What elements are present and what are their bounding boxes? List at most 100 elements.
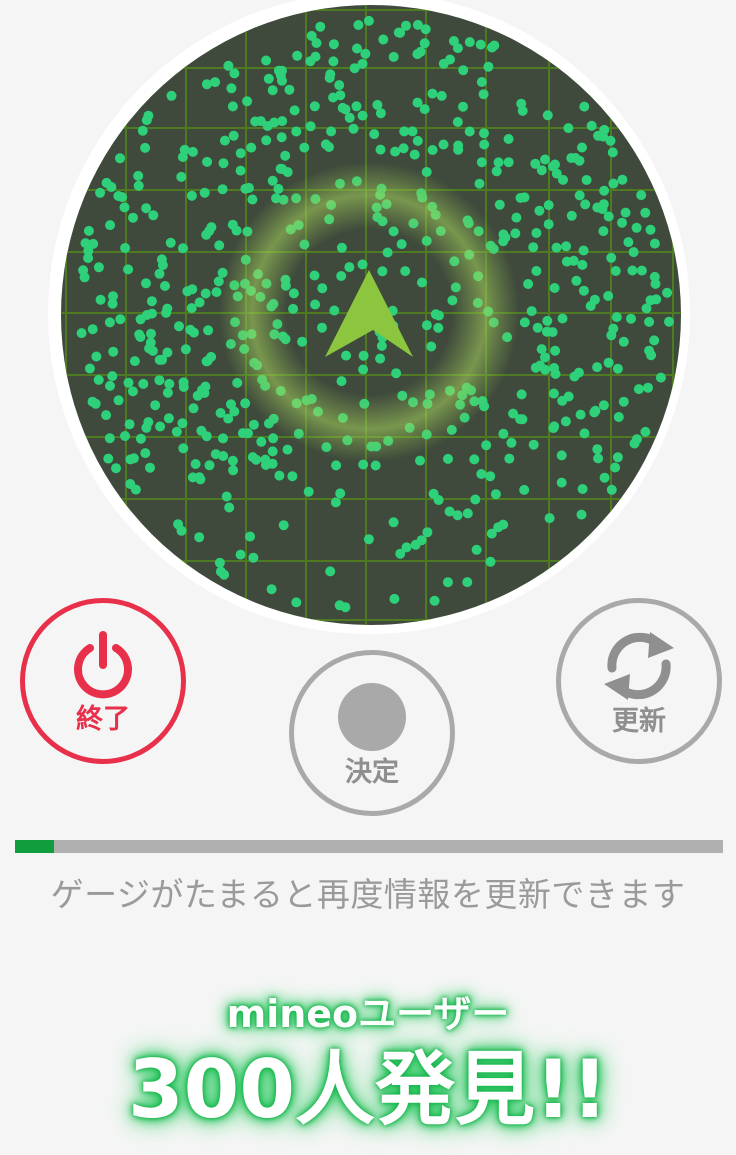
user-dot xyxy=(370,460,381,471)
user-dot xyxy=(427,145,438,155)
user-dot xyxy=(620,207,631,218)
user-dot xyxy=(119,202,130,213)
user-dot xyxy=(147,308,157,319)
user-dot xyxy=(310,51,321,62)
user-dot xyxy=(436,90,447,101)
refresh-button[interactable]: 更新 xyxy=(556,598,722,764)
user-dot xyxy=(299,142,310,153)
user-dot xyxy=(603,291,614,301)
user-dot xyxy=(519,317,530,328)
user-dot xyxy=(104,433,115,444)
user-dot xyxy=(569,371,580,382)
user-dot xyxy=(526,306,537,317)
user-dot xyxy=(561,241,572,252)
user-dot xyxy=(334,600,345,611)
user-dot xyxy=(629,438,640,449)
user-dot xyxy=(490,489,501,500)
user-dot xyxy=(267,446,278,457)
user-dot xyxy=(247,452,258,463)
user-dot xyxy=(409,149,420,160)
user-dot xyxy=(462,577,473,588)
user-dot xyxy=(531,228,542,238)
user-dot xyxy=(182,286,193,297)
user-dot xyxy=(393,27,404,38)
user-dot xyxy=(178,243,188,254)
user-dot xyxy=(556,450,567,461)
user-dot xyxy=(199,187,210,198)
user-dot xyxy=(115,314,126,325)
user-dot xyxy=(129,356,140,367)
user-dot xyxy=(640,426,651,437)
user-dot xyxy=(628,247,639,258)
user-dot xyxy=(105,220,116,231)
user-dot xyxy=(469,454,480,465)
user-dot xyxy=(179,144,190,155)
user-dot xyxy=(557,313,568,324)
user-dot xyxy=(250,116,261,127)
user-dot xyxy=(442,577,453,588)
user-dot xyxy=(266,584,277,595)
decide-button[interactable]: 決定 xyxy=(289,650,455,816)
user-dot xyxy=(644,345,655,356)
user-dot xyxy=(174,321,184,332)
refresh-gauge-fill xyxy=(15,840,54,853)
user-dot xyxy=(137,125,148,136)
user-dot xyxy=(248,419,259,430)
radar-map xyxy=(61,5,681,625)
user-dot xyxy=(474,178,485,189)
user-dot xyxy=(532,322,543,333)
user-dot xyxy=(523,279,534,289)
user-dot xyxy=(503,134,514,144)
user-dot xyxy=(83,225,94,236)
user-dot xyxy=(127,386,138,397)
user-dot xyxy=(577,259,588,270)
user-dot xyxy=(325,69,336,80)
user-dot xyxy=(93,374,104,385)
user-dot xyxy=(348,123,359,134)
user-dot xyxy=(263,73,274,84)
user-dot xyxy=(227,455,238,466)
user-dot xyxy=(227,219,238,230)
user-dot xyxy=(335,488,346,499)
user-dot xyxy=(491,166,502,177)
user-dot xyxy=(599,472,610,483)
user-dot xyxy=(305,121,316,132)
user-dot xyxy=(320,139,331,150)
user-dot xyxy=(540,364,551,375)
user-dot xyxy=(618,396,629,407)
user-dot xyxy=(578,245,589,256)
user-dot xyxy=(412,19,423,30)
user-dot xyxy=(335,90,346,101)
user-dot xyxy=(235,165,246,176)
user-dot xyxy=(138,378,149,389)
user-dot xyxy=(150,400,161,411)
user-dot xyxy=(120,243,131,253)
user-dot xyxy=(337,102,348,113)
user-dot xyxy=(328,39,339,50)
user-dot xyxy=(372,99,383,110)
user-dot xyxy=(287,471,298,482)
user-dot xyxy=(352,43,362,54)
user-dot xyxy=(598,199,609,210)
user-dot xyxy=(412,135,423,146)
user-dot xyxy=(351,101,362,112)
users-label: mineoユーザー xyxy=(226,992,510,1036)
user-dot xyxy=(200,288,211,299)
user-dot xyxy=(598,400,609,411)
user-dot xyxy=(548,423,559,434)
user-dot xyxy=(243,428,253,439)
user-dot xyxy=(542,110,553,121)
user-dot xyxy=(378,34,389,45)
end-button[interactable]: 終了 xyxy=(20,598,186,764)
user-dot xyxy=(577,484,588,494)
user-dot xyxy=(464,37,475,48)
user-dot xyxy=(268,433,279,444)
user-dot xyxy=(506,437,517,448)
user-dot xyxy=(93,262,104,273)
user-dot xyxy=(662,287,673,298)
user-dot xyxy=(107,371,118,382)
user-dot xyxy=(353,20,364,30)
user-dot xyxy=(95,187,106,198)
user-dot xyxy=(123,377,134,388)
user-dot xyxy=(571,275,582,286)
